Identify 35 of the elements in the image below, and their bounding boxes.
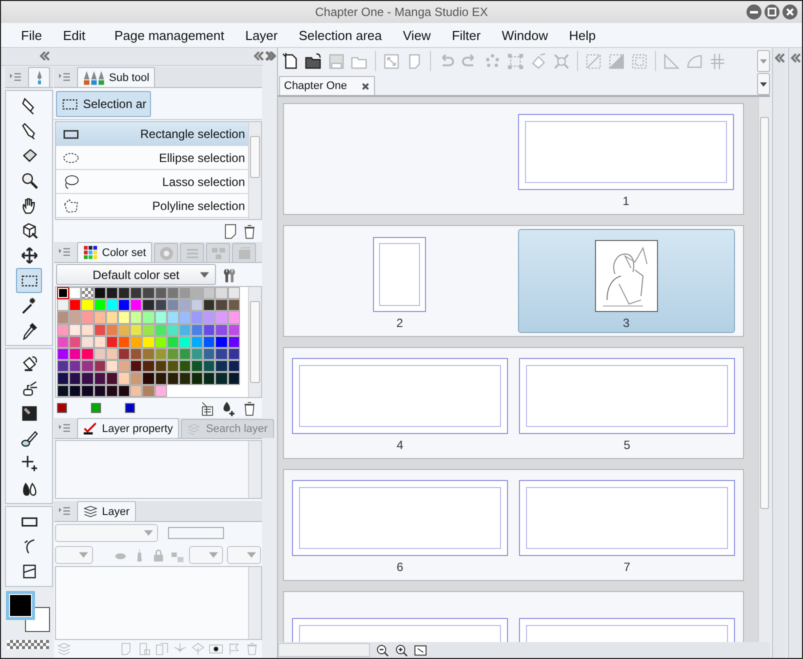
sub-tool-item[interactable]: Polyline selection [56, 194, 248, 218]
page-number: 1 [622, 194, 630, 208]
menu-item[interactable]: Selection area [288, 28, 392, 42]
sub-tool-group-button[interactable]: Selection ar [56, 90, 152, 116]
menu-item[interactable]: View [392, 28, 441, 42]
menu-item[interactable]: Layer [235, 28, 288, 42]
page-slot[interactable]: 7 [518, 473, 736, 577]
page-number: 5 [624, 438, 630, 452]
page-slot[interactable]: 2 [291, 229, 508, 333]
document-tab[interactable]: Chapter One [279, 76, 375, 95]
page-number: 6 [396, 560, 404, 574]
menu-item[interactable]: Window [492, 28, 558, 42]
panel-tab[interactable]: Sub tool [77, 67, 156, 87]
page-number: 3 [622, 316, 630, 330]
sub-tool-item[interactable]: Rectangle selection [56, 122, 248, 146]
color-set-dropdown[interactable]: Default color set [56, 264, 216, 285]
panel-tab[interactable]: Color set [77, 242, 152, 262]
page-slot[interactable]: 3 [518, 229, 735, 333]
menu-item[interactable]: Help [558, 28, 606, 42]
menu-item[interactable]: File [11, 28, 52, 42]
panel-tab[interactable]: Layer property [77, 418, 179, 438]
menu-item[interactable]: Filter [442, 28, 491, 42]
page-number: 4 [396, 438, 404, 452]
page-slot[interactable]: 4 [291, 351, 509, 455]
sub-tool-item[interactable]: Ellipse selection [56, 146, 248, 170]
menu-item[interactable]: Page management [104, 28, 234, 42]
page-number: 2 [396, 316, 404, 330]
panel-tab[interactable]: Layer [77, 501, 136, 521]
window-title: Chapter One - Manga Studio EX [315, 5, 488, 19]
page-slot[interactable]: 1 [517, 107, 735, 211]
sub-tool-item[interactable]: Lasso selection [56, 170, 248, 194]
page-number: 7 [624, 560, 630, 574]
menu-item[interactable]: Edit [52, 28, 96, 42]
page-slot[interactable]: 5 [518, 351, 736, 455]
page-slot[interactable]: 6 [291, 473, 509, 577]
